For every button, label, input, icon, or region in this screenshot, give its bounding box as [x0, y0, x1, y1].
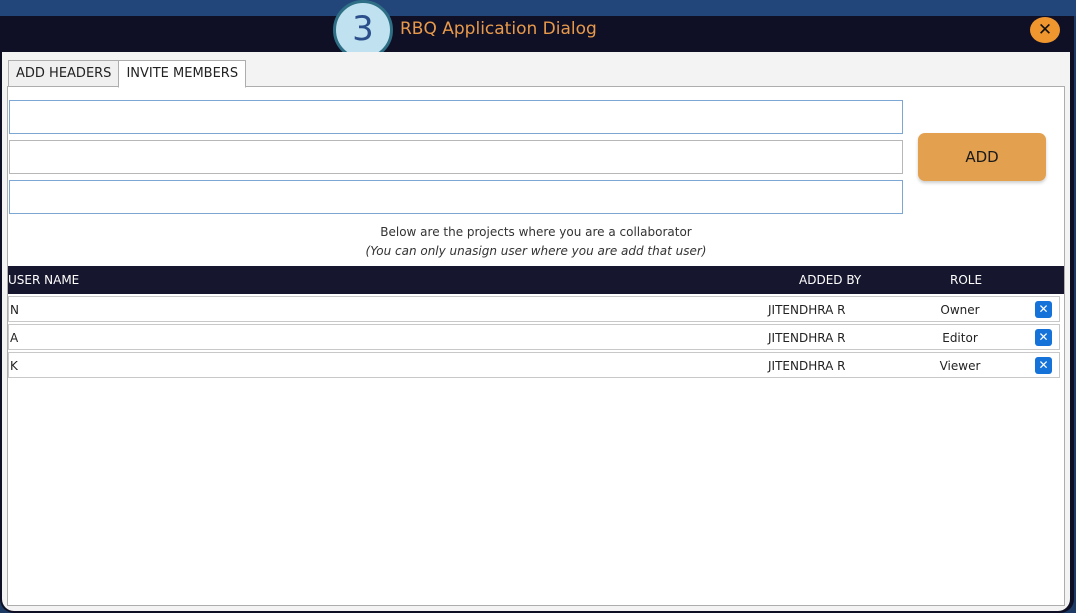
- close-icon: ✕: [1037, 20, 1053, 40]
- delete-x-icon[interactable]: ✕: [1035, 357, 1052, 374]
- column-header-user-name[interactable]: USER NAME: [8, 273, 79, 287]
- dialog-title: RBQ Application Dialog: [400, 19, 597, 39]
- invite-input-2[interactable]: [9, 140, 903, 174]
- dialog-titlebar: 3 RBQ Application Dialog ✕: [0, 0, 1074, 60]
- invite-input-1[interactable]: [9, 100, 903, 134]
- cell-added-by: JITENDHRA R: [768, 359, 846, 373]
- cell-added-by: JITENDHRA R: [768, 303, 846, 317]
- tab-invite-members[interactable]: INVITE MEMBERS: [118, 60, 247, 88]
- cell-added-by: JITENDHRA R: [768, 331, 846, 345]
- cell-role: Owner: [940, 303, 980, 317]
- screen-top-strip: [0, 0, 1076, 16]
- members-grid-header: USER NAME ADDED BY ROLE: [8, 266, 1064, 294]
- close-button[interactable]: ✕: [1030, 17, 1060, 43]
- column-header-role[interactable]: ROLE: [950, 273, 982, 287]
- step-number-badge: 3: [333, 0, 393, 60]
- dialog-body: ADD HEADERS INVITE MEMBERS ADD Below are…: [2, 52, 1070, 611]
- table-row[interactable]: N JITENDHRA R Owner ✕: [8, 296, 1060, 322]
- cell-role: Editor: [942, 331, 978, 345]
- cell-user-name: N: [10, 303, 19, 317]
- rbq-application-dialog: 3 RBQ Application Dialog ✕ ADD HEADERS I…: [0, 0, 1074, 613]
- invite-members-panel: ADD Below are the projects where you are…: [7, 86, 1065, 606]
- add-button[interactable]: ADD: [918, 133, 1046, 181]
- table-row[interactable]: A JITENDHRA R Editor ✕: [8, 324, 1060, 350]
- tab-add-headers[interactable]: ADD HEADERS: [8, 60, 120, 87]
- invite-input-3[interactable]: [9, 180, 903, 214]
- column-header-added-by[interactable]: ADDED BY: [799, 273, 861, 287]
- cell-user-name: A: [10, 331, 19, 345]
- delete-x-icon[interactable]: ✕: [1035, 329, 1052, 346]
- tab-strip: ADD HEADERS INVITE MEMBERS: [8, 60, 247, 88]
- cell-role: Viewer: [939, 359, 981, 373]
- unassign-note-text: (You can only unasign user where you are…: [365, 244, 707, 258]
- collaborator-info-text: Below are the projects where you are a c…: [380, 225, 692, 239]
- table-row[interactable]: K JITENDHRA R Viewer ✕: [8, 352, 1060, 378]
- delete-x-icon[interactable]: ✕: [1035, 301, 1052, 318]
- cell-user-name: K: [10, 359, 18, 373]
